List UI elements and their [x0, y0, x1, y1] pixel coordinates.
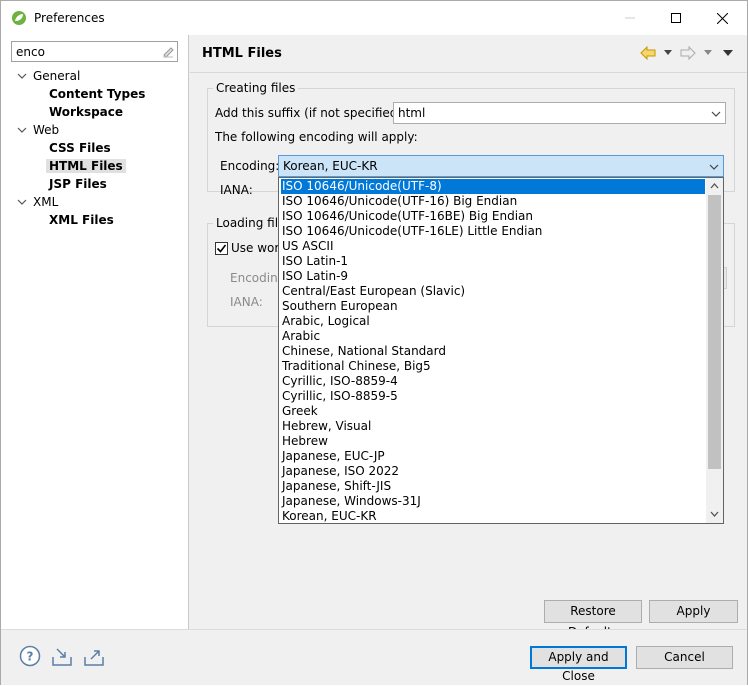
tree-item-general[interactable]: General: [17, 67, 80, 85]
encoding-option[interactable]: Chinese, National Standard: [281, 344, 705, 359]
tree-item-label: XML: [33, 195, 59, 209]
close-button[interactable]: [699, 1, 745, 35]
scroll-down-icon[interactable]: [710, 511, 719, 518]
encoding-option[interactable]: Japanese, Windows-31J: [281, 494, 705, 509]
use-workspace-encoding-checkbox[interactable]: [215, 242, 228, 255]
tree-item-xml-files[interactable]: XML Files: [49, 211, 114, 229]
scrollbar-thumb[interactable]: [708, 195, 721, 469]
encoding-option[interactable]: Hebrew, Visual: [281, 419, 705, 434]
encoding-combo[interactable]: Korean, EUC-KR: [278, 155, 724, 177]
encoding-option[interactable]: Japanese, EUC-JP: [281, 449, 705, 464]
filter-input[interactable]: [11, 41, 178, 62]
chevron-down-icon[interactable]: [17, 197, 27, 207]
checkmark-icon: [216, 244, 227, 253]
preference-tree-pane: General Content Types Workspace Web CSS …: [1, 35, 189, 629]
forward-menu-chevron-icon[interactable]: [699, 45, 717, 61]
tree-item-html-files[interactable]: HTML Files: [46, 157, 126, 175]
encoding-option[interactable]: ISO Latin-1: [281, 254, 705, 269]
encoding-dropdown-list[interactable]: ISO 10646/Unicode(UTF-8) ISO 10646/Unico…: [278, 177, 724, 524]
minimize-button[interactable]: [607, 1, 653, 35]
creating-files-label: Creating files: [213, 81, 299, 95]
tree-item-label: XML Files: [49, 213, 114, 227]
encoding-option[interactable]: Korean, EUC-KR: [281, 509, 705, 523]
spring-leaf-icon: [12, 11, 26, 25]
encoding-option[interactable]: Greek: [281, 404, 705, 419]
tree-item-label: Content Types: [49, 87, 146, 101]
cancel-label: Cancel: [664, 650, 705, 664]
scroll-up-icon[interactable]: [710, 182, 719, 189]
maximize-icon: [671, 13, 681, 23]
encoding-option[interactable]: Japanese, Shift-JIS: [281, 479, 705, 494]
chevron-down-icon[interactable]: [17, 125, 27, 135]
svg-text:?: ?: [27, 650, 34, 664]
dialog-button-bar: ? Apply and Close Cancel: [1, 629, 747, 685]
maximize-button[interactable]: [653, 1, 699, 35]
suffix-combo[interactable]: html: [393, 102, 726, 124]
minimize-icon: [625, 17, 635, 19]
suffix-label: Add this suffix (if not specified):: [215, 106, 407, 120]
tree-item-workspace[interactable]: Workspace: [49, 103, 123, 121]
view-menu-icon[interactable]: [719, 45, 737, 61]
apply-label: Apply: [676, 604, 711, 618]
clear-filter-icon[interactable]: [161, 44, 175, 58]
chevron-down-icon: [709, 164, 719, 170]
apply-and-close-button[interactable]: Apply and Close: [530, 646, 627, 683]
tree-item-css-files[interactable]: CSS Files: [49, 139, 111, 157]
restore-defaults-button[interactable]: Restore Defaults: [544, 600, 642, 639]
chevron-down-icon: [711, 111, 721, 117]
encoding-option[interactable]: Japanese, ISO 2022: [281, 464, 705, 479]
chevron-down-icon[interactable]: [17, 71, 27, 81]
encoding-value: Korean, EUC-KR: [283, 159, 378, 173]
tree-item-label: Web: [33, 123, 60, 137]
encoding-option[interactable]: Arabic, Logical: [281, 314, 705, 329]
encoding-option[interactable]: Southern European: [281, 299, 705, 314]
encoding-option[interactable]: Hebrew: [281, 434, 705, 449]
export-icon[interactable]: [83, 645, 105, 667]
title-bar: Preferences: [1, 1, 747, 35]
tree-item-xml[interactable]: XML: [17, 193, 58, 211]
page-header: HTML Files: [190, 35, 747, 73]
suffix-value: html: [398, 106, 426, 120]
help-icon[interactable]: ?: [19, 645, 41, 667]
encoding-option[interactable]: Central/East European (Slavic): [281, 284, 705, 299]
encoding-option[interactable]: US ASCII: [281, 239, 705, 254]
apply-and-close-label: Apply and Close: [548, 650, 609, 683]
encoding-option[interactable]: ISO 10646/Unicode(UTF-16BE) Big Endian: [281, 209, 705, 224]
window-title: Preferences: [34, 11, 105, 25]
page-navigation: [639, 45, 737, 61]
close-icon: [716, 12, 728, 24]
tree-item-label: CSS Files: [49, 141, 111, 155]
encoding-option[interactable]: Cyrillic, ISO-8859-4: [281, 374, 705, 389]
back-arrow-icon[interactable]: [639, 45, 657, 61]
tree-item-label: Workspace: [49, 105, 124, 119]
encoding-note: The following encoding will apply:: [215, 130, 418, 144]
loading-iana-label: IANA:: [230, 295, 263, 309]
encoding-option[interactable]: Arabic: [281, 329, 705, 344]
encoding-option[interactable]: ISO 10646/Unicode(UTF-16) Big Endian: [281, 194, 705, 209]
tree-item-label: JSP Files: [49, 177, 107, 191]
cancel-button[interactable]: Cancel: [636, 646, 733, 669]
encoding-option[interactable]: ISO 10646/Unicode(UTF-8): [281, 179, 705, 194]
iana-label: IANA:: [220, 183, 253, 197]
encoding-option[interactable]: ISO Latin-9: [281, 269, 705, 284]
preferences-window: Preferences General Content Types: [0, 0, 748, 685]
tree-item-jsp-files[interactable]: JSP Files: [49, 175, 107, 193]
import-icon[interactable]: [51, 645, 73, 667]
tree-item-content-types[interactable]: Content Types: [49, 85, 145, 103]
tree-item-web[interactable]: Web: [17, 121, 59, 139]
encoding-label: Encoding:: [220, 159, 280, 173]
forward-arrow-icon[interactable]: [679, 45, 697, 61]
apply-button[interactable]: Apply: [649, 600, 738, 623]
dropdown-scrollbar[interactable]: [706, 178, 723, 523]
tree-item-label: General: [33, 69, 81, 83]
tree-item-label: HTML Files: [46, 159, 126, 173]
encoding-option[interactable]: Traditional Chinese, Big5: [281, 359, 705, 374]
page-title: HTML Files: [202, 46, 282, 61]
back-menu-chevron-icon[interactable]: [659, 45, 677, 61]
encoding-option[interactable]: ISO 10646/Unicode(UTF-16LE) Little Endia…: [281, 224, 705, 239]
encoding-option[interactable]: Cyrillic, ISO-8859-5: [281, 389, 705, 404]
